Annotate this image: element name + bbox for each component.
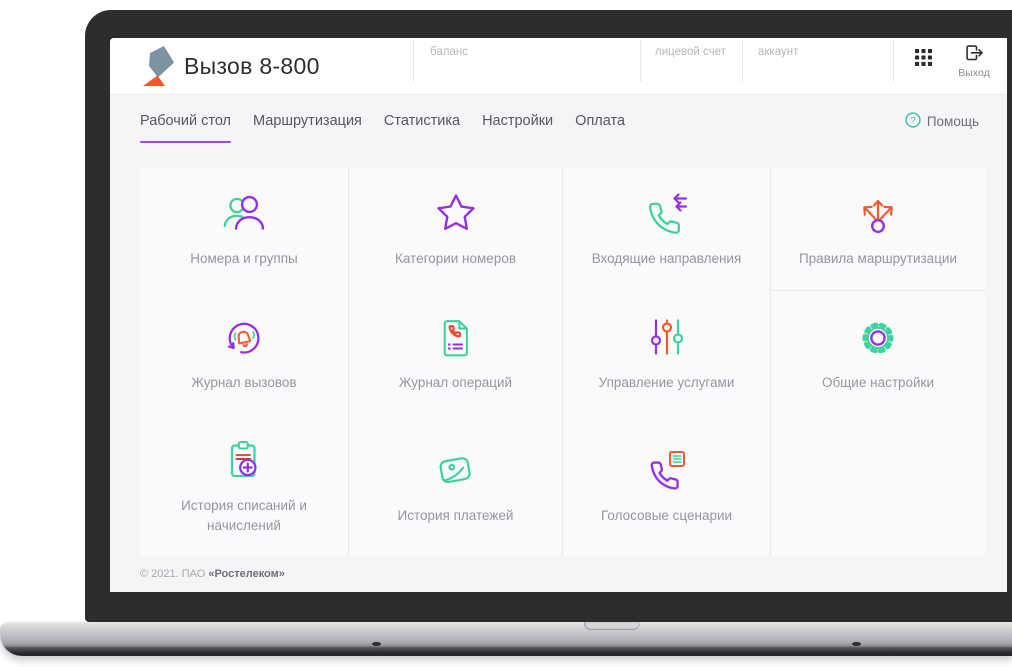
main-nav: Рабочий стол Маршрутизация Статистика На… (110, 95, 1007, 147)
laptop-foot (852, 642, 861, 646)
clipboard-plus-icon (220, 437, 268, 485)
document-phone-icon (432, 314, 480, 362)
account-field[interactable]: аккаунт (758, 46, 798, 58)
logout-icon (965, 45, 983, 65)
phone-incoming-icon (643, 190, 691, 238)
bell-refresh-icon (220, 314, 268, 362)
star-icon (432, 190, 480, 238)
tile-numbers-and-groups[interactable]: Номера и группы (140, 168, 348, 291)
grid-empty-cell (770, 416, 985, 556)
help-link[interactable]: ? Помощь (905, 111, 979, 131)
tab-routing[interactable]: Маршрутизация (253, 95, 362, 147)
tile-label: Голосовые сценарии (600, 507, 733, 523)
balance-field[interactable]: баланс (430, 46, 468, 58)
tile-label: Журнал вызовов (191, 375, 297, 391)
tile-general-settings[interactable]: Общие настройки (770, 291, 985, 416)
tile-label: Категории номеров (394, 251, 517, 267)
brand-logo-icon (138, 44, 176, 94)
svg-text:?: ? (910, 115, 915, 126)
tab-dashboard[interactable]: Рабочий стол (140, 95, 232, 147)
apps-grid-icon[interactable] (915, 49, 932, 66)
logout-label: Выход (958, 67, 990, 79)
tab-payment[interactable]: Оплата (575, 95, 625, 147)
tile-payment-history[interactable]: История платежей (348, 416, 562, 556)
tile-label: Правила маршрутизации (798, 250, 958, 266)
tile-number-categories[interactable]: Категории номеров (348, 168, 562, 291)
tile-voice-scenarios[interactable]: Голосовые сценарии (562, 416, 770, 556)
gear-icon (854, 314, 902, 362)
header-divider (893, 40, 894, 82)
logout-button[interactable]: Выход (950, 45, 998, 79)
tile-label: Общие настройки (821, 375, 935, 391)
header-divider (640, 40, 641, 82)
company-name: «Ростелеком» (208, 568, 285, 580)
dashboard-tile-grid: Номера и группы Категории номеров Входящ… (140, 168, 985, 556)
users-icon (220, 190, 268, 238)
app-header: Вызов 8-800 баланс лицевой счет аккаунт (110, 38, 1007, 95)
tile-routing-rules[interactable]: Правила маршрутизации (770, 168, 985, 291)
tile-charges-history[interactable]: История списаний и начислений (140, 416, 348, 556)
tile-operations-log[interactable]: Журнал операций (348, 291, 562, 416)
app-window: Вызов 8-800 баланс лицевой счет аккаунт (110, 38, 1007, 592)
footer-copyright: © 2021. ПАО «Ростелеком» (140, 568, 1007, 580)
laptop-foot (372, 642, 381, 646)
personal-account-field[interactable]: лицевой счет (655, 46, 726, 58)
tile-label: Номера и группы (190, 251, 298, 267)
tile-call-log[interactable]: Журнал вызовов (140, 291, 348, 416)
tile-label: Входящие направления (591, 251, 742, 267)
copyright-text: © 2021. ПАО (140, 568, 209, 580)
tile-label: История списаний и начислений (181, 497, 307, 533)
sliders-icon (643, 314, 691, 362)
tile-label: Управление услугами (598, 375, 735, 391)
help-label: Помощь (926, 113, 979, 129)
tile-incoming-directions[interactable]: Входящие направления (562, 168, 770, 291)
tile-service-management[interactable]: Управление услугами (562, 291, 770, 416)
page: Вызов 8-800 баланс лицевой счет аккаунт (0, 0, 1012, 667)
header-divider (742, 40, 743, 82)
laptop-latch-notch (584, 622, 640, 630)
tile-label: История платежей (397, 507, 514, 523)
app-body: Рабочий стол Маршрутизация Статистика На… (110, 95, 1007, 592)
phone-script-icon (643, 447, 691, 495)
wallet-icon (432, 447, 480, 495)
laptop-base (0, 622, 1012, 656)
tab-settings[interactable]: Настройки (482, 95, 553, 147)
app-title: Вызов 8-800 (184, 53, 320, 79)
tab-statistics[interactable]: Статистика (384, 95, 460, 147)
help-question-icon: ? (905, 111, 921, 131)
header-divider (413, 40, 414, 82)
route-split-icon (854, 190, 902, 238)
tile-label: Журнал операций (398, 375, 513, 391)
